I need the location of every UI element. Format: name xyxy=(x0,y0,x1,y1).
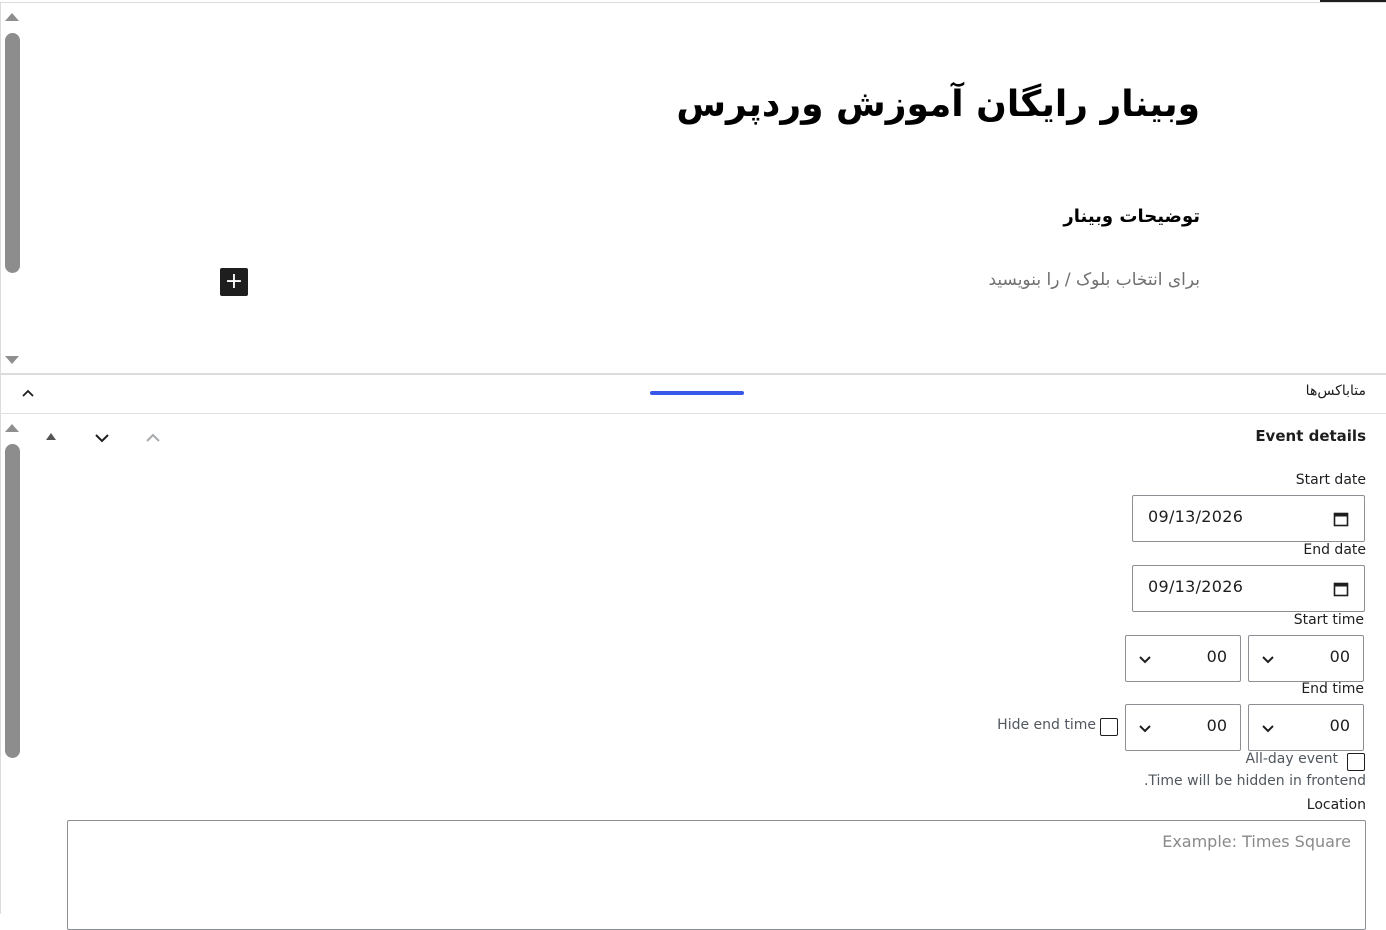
editor-window: وبینار رایگان آموزش وردپرس توضیحات وبینا… xyxy=(0,0,1386,930)
chevron-down-icon xyxy=(1262,725,1274,733)
start-date-label: Start date xyxy=(1295,472,1366,488)
chevron-up-icon xyxy=(146,433,160,442)
start-date-value: 09/13/2026 xyxy=(1148,507,1244,526)
metabox-collapse-button[interactable] xyxy=(18,383,38,403)
metabox-scrollbar-thumb[interactable] xyxy=(5,444,20,758)
editor-scroll-up-arrow-icon[interactable] xyxy=(5,13,19,21)
location-label: Location xyxy=(1306,797,1366,813)
end-minute-select[interactable]: 00 xyxy=(1125,704,1241,751)
time-hidden-note: .Time will be hidden in frontend xyxy=(1143,773,1366,789)
chevron-down-icon xyxy=(1262,656,1274,664)
start-time-label: Start time xyxy=(1293,612,1364,628)
event-details-title[interactable]: Event details xyxy=(1255,427,1366,445)
chevron-down-icon xyxy=(1139,725,1151,733)
start-hour-value: 00 xyxy=(1329,647,1350,666)
metabox-header-divider xyxy=(0,413,1386,414)
end-minute-value: 00 xyxy=(1206,716,1227,735)
metabox-divider xyxy=(0,373,1386,375)
metabox-resize-handle[interactable] xyxy=(650,391,744,395)
panel-move-top-icon[interactable] xyxy=(46,433,56,440)
post-title[interactable]: وبینار رایگان آموزش وردپرس xyxy=(676,84,1200,125)
heading-block[interactable]: توضیحات وبینار xyxy=(1063,206,1200,227)
hide-end-time-checkbox[interactable] xyxy=(1100,718,1118,736)
metabox-scroll-up-arrow-icon[interactable] xyxy=(5,424,19,432)
start-date-input[interactable]: 09/13/2026 xyxy=(1132,495,1365,542)
calendar-icon[interactable] xyxy=(1333,581,1349,597)
block-inserter-button[interactable]: + xyxy=(220,268,248,296)
chevron-down-icon xyxy=(1139,656,1151,664)
location-placeholder: Example: Times Square xyxy=(1162,832,1351,851)
all-day-checkbox[interactable] xyxy=(1347,753,1365,771)
chevron-up-icon xyxy=(22,389,34,397)
editor-scrollbar-thumb[interactable] xyxy=(5,33,20,273)
end-time-label: End time xyxy=(1301,681,1364,697)
paragraph-placeholder[interactable]: برای انتخاب بلوک / را بنویسید xyxy=(988,270,1200,290)
end-date-label: End date xyxy=(1303,542,1366,558)
move-up-button[interactable] xyxy=(143,428,163,448)
start-minute-value: 00 xyxy=(1206,647,1227,666)
end-date-input[interactable]: 09/13/2026 xyxy=(1132,565,1365,612)
calendar-icon[interactable] xyxy=(1333,511,1349,527)
metabox-area-title: متاباکس‌ها xyxy=(1305,383,1366,399)
top-border xyxy=(0,2,1386,3)
left-border xyxy=(0,2,1,914)
move-down-button[interactable] xyxy=(92,428,112,448)
end-date-value: 09/13/2026 xyxy=(1148,577,1244,596)
top-right-indicator xyxy=(1320,0,1386,2)
chevron-down-icon xyxy=(95,434,109,443)
start-hour-select[interactable]: 00 xyxy=(1248,635,1364,682)
hide-end-time-label[interactable]: Hide end time xyxy=(997,717,1096,733)
editor-scroll-down-arrow-icon[interactable] xyxy=(5,356,19,364)
end-hour-value: 00 xyxy=(1329,716,1350,735)
start-minute-select[interactable]: 00 xyxy=(1125,635,1241,682)
all-day-label[interactable]: All-day event xyxy=(1246,751,1338,767)
end-hour-select[interactable]: 00 xyxy=(1248,704,1364,751)
